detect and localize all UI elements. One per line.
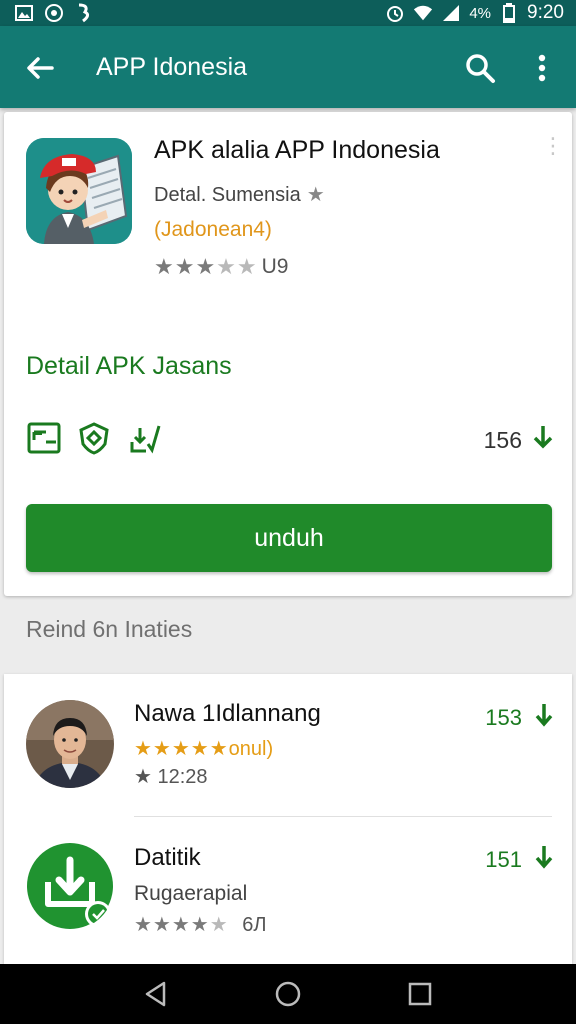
list-item[interactable]: Datitik Rugaerapial ★★★★★ 6Л 151: [4, 816, 572, 956]
item-count-value: 153: [485, 705, 522, 730]
download-arrow-icon: [532, 424, 554, 456]
battery-icon: [499, 3, 519, 23]
back-arrow-icon[interactable]: [22, 50, 58, 86]
image-icon: [14, 3, 34, 23]
card-more-icon[interactable]: ⋮: [542, 135, 564, 157]
recents-nav-icon[interactable]: [406, 980, 434, 1008]
wifi-icon: [413, 3, 433, 23]
item-meta: ★ 12:28: [134, 766, 208, 788]
detail-title: Detail APK Jasans: [26, 352, 232, 380]
avatar: [26, 700, 114, 788]
download-count: 156: [484, 424, 554, 456]
app-rating: ★★★★★ U9: [154, 254, 289, 280]
developer-name: Detal. Sumensia: [154, 184, 301, 206]
search-icon[interactable]: [462, 50, 498, 86]
section-title: Reind 6n Inaties: [26, 616, 193, 642]
star-icon: ★: [306, 184, 325, 206]
download-arrow-icon: [534, 702, 554, 734]
back-nav-icon[interactable]: [142, 980, 170, 1008]
download-button[interactable]: unduh: [26, 504, 552, 572]
item-meta: ★★★★★ 6Л: [134, 912, 266, 937]
app-icon-image: [26, 138, 132, 244]
download-check-icon: [126, 420, 162, 456]
item-developer: Rugaerapial: [134, 882, 248, 905]
item-sub-text: onul): [228, 738, 274, 760]
app-icon: [74, 3, 94, 23]
app-bar: APP Idonesia: [0, 26, 576, 108]
item-meta-text: 6Л: [242, 914, 267, 936]
shield-icon: [76, 420, 112, 456]
item-count-value: 151: [485, 847, 522, 872]
download-count-value: 156: [483, 426, 522, 453]
feature-icons: [26, 420, 162, 456]
signal-icon: [441, 3, 461, 23]
item-name: Datitik: [134, 844, 201, 871]
app-title: APK alalia APP Indonesia: [154, 136, 440, 164]
alarm-icon: [385, 3, 405, 23]
status-bar: 4% 9:20: [0, 0, 576, 26]
item-download-count: 151: [485, 844, 554, 876]
home-nav-icon[interactable]: [274, 980, 302, 1008]
screen-icon: [26, 420, 62, 456]
item-name: Nawa 1Idlannang: [134, 700, 321, 727]
item-rating: ★★★★★onul): [134, 736, 273, 761]
download-app-icon: [26, 842, 114, 930]
more-vert-icon[interactable]: [528, 50, 556, 86]
download-arrow-icon: [534, 844, 554, 876]
rating-text: U9: [261, 255, 289, 278]
app-developer[interactable]: Detal. Sumensia ★: [154, 182, 325, 207]
rating-stars: ★★★★★: [154, 254, 258, 279]
list-item[interactable]: Nawa 1Idlannang ★★★★★onul) ★ 12:28 153: [4, 674, 572, 814]
battery-text: 4%: [469, 4, 492, 22]
clock: 9:20: [527, 2, 564, 23]
item-download-count: 153: [485, 702, 554, 734]
app-bar-title: APP Idonesia: [96, 53, 248, 81]
rating-stars: ★★★★★: [134, 914, 229, 936]
rating-stars: ★★★★★: [134, 738, 229, 760]
whatsapp-icon: [44, 3, 64, 23]
navigation-bar: [0, 964, 576, 1024]
app-detail-card: ⋮ APK alalia APP Indonesia Detal. Sumens…: [4, 112, 572, 596]
related-list: Nawa 1Idlannang ★★★★★onul) ★ 12:28 153 D…: [4, 674, 572, 964]
app-category: (Jadonean4): [154, 218, 272, 241]
